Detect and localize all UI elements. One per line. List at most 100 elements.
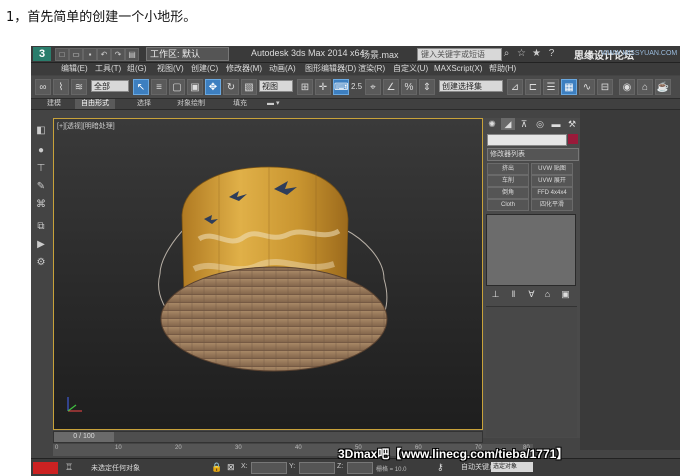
new-file-icon[interactable]: □	[55, 48, 69, 61]
ribbon-tab-populate[interactable]: 填充	[227, 99, 253, 109]
help-icon[interactable]: ?	[546, 48, 557, 59]
modify-tab-icon[interactable]: ◢	[501, 118, 515, 130]
key-icon[interactable]: ⚷	[437, 462, 444, 473]
sequence-icon[interactable]: ▶	[34, 238, 48, 252]
paint-icon[interactable]: ✎	[34, 180, 48, 194]
maxscript-listener[interactable]	[33, 462, 58, 474]
window-crossing-icon[interactable]: ▣	[187, 79, 203, 95]
utilities-tab-icon[interactable]: ⚒	[565, 118, 579, 130]
object-name-field[interactable]	[487, 134, 567, 146]
manipulate-icon[interactable]: ✛	[315, 79, 331, 95]
redo-icon[interactable]: ↷	[111, 48, 125, 61]
percent-snap-icon[interactable]: %	[401, 79, 417, 95]
ffd-button[interactable]: FFD 4x4x4	[531, 187, 573, 199]
mirror-icon[interactable]: ⊿	[507, 79, 523, 95]
menu-edit[interactable]: 编辑(E)	[61, 63, 88, 75]
material-editor-icon[interactable]: ◉	[619, 79, 635, 95]
menu-help[interactable]: 帮助(H)	[489, 63, 516, 75]
modifier-list-select[interactable]: 修改器列表	[487, 148, 579, 161]
bevel-button[interactable]: 倒角	[487, 187, 529, 199]
pivot-center-icon[interactable]: ⊞	[297, 79, 313, 95]
render-teapot-icon[interactable]: ☕	[655, 79, 671, 95]
named-selection-select[interactable]: 创建选择集	[439, 80, 503, 92]
workspace-select[interactable]: 工作区: 默认	[146, 47, 229, 61]
create-tab-icon[interactable]: ✺	[485, 118, 499, 130]
keyboard-shortcut-icon[interactable]: ⌨	[333, 79, 349, 95]
x-coordinate-field[interactable]	[251, 462, 287, 474]
perspective-viewport[interactable]: [+][透视][明暗处理]	[53, 118, 483, 430]
viewport-layout-icon[interactable]: ◧	[34, 124, 48, 138]
link-icon[interactable]: ∞	[35, 79, 51, 95]
layers-icon[interactable]: ⧉	[34, 220, 48, 234]
angle-snap-icon[interactable]: ∠	[383, 79, 399, 95]
selection-filter-select[interactable]: 全部	[91, 80, 129, 92]
bind-space-warp-icon[interactable]: ≋	[71, 79, 87, 95]
time-slider[interactable]: 0 / 100	[53, 431, 483, 443]
unwrap-uvw-button[interactable]: UVW 展开	[531, 175, 573, 187]
ribbon-tab-object-paint[interactable]: 对象绘制	[171, 99, 211, 109]
render-setup-icon[interactable]: ⌂	[637, 79, 653, 95]
move-icon[interactable]: ✥	[205, 79, 221, 95]
menu-animation[interactable]: 动画(A)	[269, 63, 296, 75]
open-file-icon[interactable]: ▭	[69, 48, 83, 61]
uvw-map-button[interactable]: UVW 贴图	[531, 163, 573, 175]
curve-editor-icon[interactable]: ∿	[579, 79, 595, 95]
spinner-snap-icon[interactable]: ⇕	[419, 79, 435, 95]
favorites-icon[interactable]: ★	[531, 48, 542, 59]
layer-manager-icon[interactable]: ☰	[543, 79, 559, 95]
search-input[interactable]: 键入关键字或短语	[417, 48, 502, 61]
absolute-mode-icon[interactable]: ⊠	[227, 462, 235, 473]
search-icon[interactable]: ⌕	[501, 48, 512, 59]
extrude-button[interactable]: 挤出	[487, 163, 529, 175]
select-by-name-icon[interactable]: ≡	[151, 79, 167, 95]
time-slider-handle[interactable]: 0 / 100	[54, 432, 114, 442]
object-color-swatch[interactable]	[568, 134, 578, 144]
remove-modifier-icon[interactable]: ⌂	[541, 289, 554, 300]
reference-coordinate-select[interactable]: 视图	[259, 80, 293, 92]
sphere-icon[interactable]: ●	[34, 144, 48, 158]
z-coordinate-field[interactable]	[347, 462, 373, 474]
save-file-icon[interactable]: ▪	[83, 48, 97, 61]
configure-sets-icon[interactable]: ▣	[559, 289, 572, 300]
menu-modifiers[interactable]: 修改器(M)	[226, 63, 262, 75]
communication-icon[interactable]: ☆	[516, 48, 527, 59]
lock-selection-icon[interactable]: 🔒	[211, 462, 222, 473]
menu-customize[interactable]: 自定义(U)	[393, 63, 428, 75]
menu-group[interactable]: 组(G)	[127, 63, 147, 75]
menu-create[interactable]: 创建(C)	[191, 63, 218, 75]
unlink-icon[interactable]: ⌇	[53, 79, 69, 95]
layer-explorer-icon[interactable]: ♖	[65, 462, 73, 473]
y-coordinate-field[interactable]	[299, 462, 335, 474]
menu-tools[interactable]: 工具(T)	[95, 63, 121, 75]
hierarchy-tab-icon[interactable]: ⊼	[517, 118, 531, 130]
ribbon-tab-modeling[interactable]: 建模	[41, 99, 67, 109]
select-object-icon[interactable]: ↖	[133, 79, 149, 95]
mesh-icon[interactable]: ⌘	[34, 198, 48, 212]
display-tab-icon[interactable]: ▬	[549, 118, 563, 130]
snap-toggle-icon[interactable]: ⌖	[365, 79, 381, 95]
lathe-button[interactable]: 车削	[487, 175, 529, 187]
quadify-button[interactable]: 四化平滑	[531, 199, 573, 211]
show-end-result-icon[interactable]: ‖	[507, 289, 520, 300]
menu-maxscript[interactable]: MAXScript(X)	[434, 63, 482, 75]
ribbon-options-icon[interactable]: ▬ ▾	[261, 99, 285, 109]
tshirt-icon[interactable]: ⊤	[34, 162, 48, 176]
menu-rendering[interactable]: 渲染(R)	[358, 63, 385, 75]
motion-tab-icon[interactable]: ◎	[533, 118, 547, 130]
undo-icon[interactable]: ↶	[97, 48, 111, 61]
ribbon-tab-selection[interactable]: 选择	[131, 99, 157, 109]
app-logo-icon[interactable]: 3	[33, 47, 51, 61]
filter-icon[interactable]: ⚙	[34, 256, 48, 270]
cloth-button[interactable]: Cloth	[487, 199, 529, 211]
ribbon-tab-freeform[interactable]: 自由形式	[75, 99, 115, 109]
schematic-view-icon[interactable]: ⊟	[597, 79, 613, 95]
menu-views[interactable]: 视图(V)	[157, 63, 184, 75]
scale-icon[interactable]: ▧	[241, 79, 257, 95]
selection-set-select[interactable]: 选定对象	[491, 462, 533, 472]
make-unique-icon[interactable]: ∀	[525, 289, 538, 300]
modifier-stack[interactable]	[486, 214, 576, 286]
selection-region-icon[interactable]: ▢	[169, 79, 185, 95]
align-icon[interactable]: ⊏	[525, 79, 541, 95]
menu-graph-editors[interactable]: 图形编辑器(D)	[305, 63, 356, 75]
hold-icon[interactable]: ▤	[125, 48, 139, 61]
